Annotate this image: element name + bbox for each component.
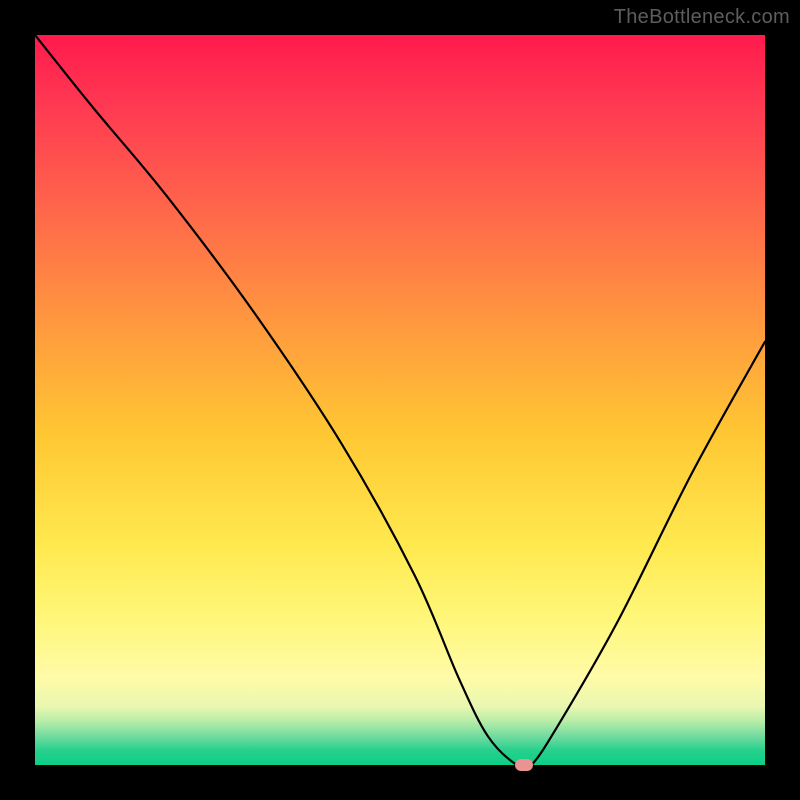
chart-frame: TheBottleneck.com — [0, 0, 800, 800]
bottleneck-curve — [35, 35, 765, 765]
attribution-text: TheBottleneck.com — [614, 6, 790, 29]
optimal-marker — [515, 759, 533, 771]
